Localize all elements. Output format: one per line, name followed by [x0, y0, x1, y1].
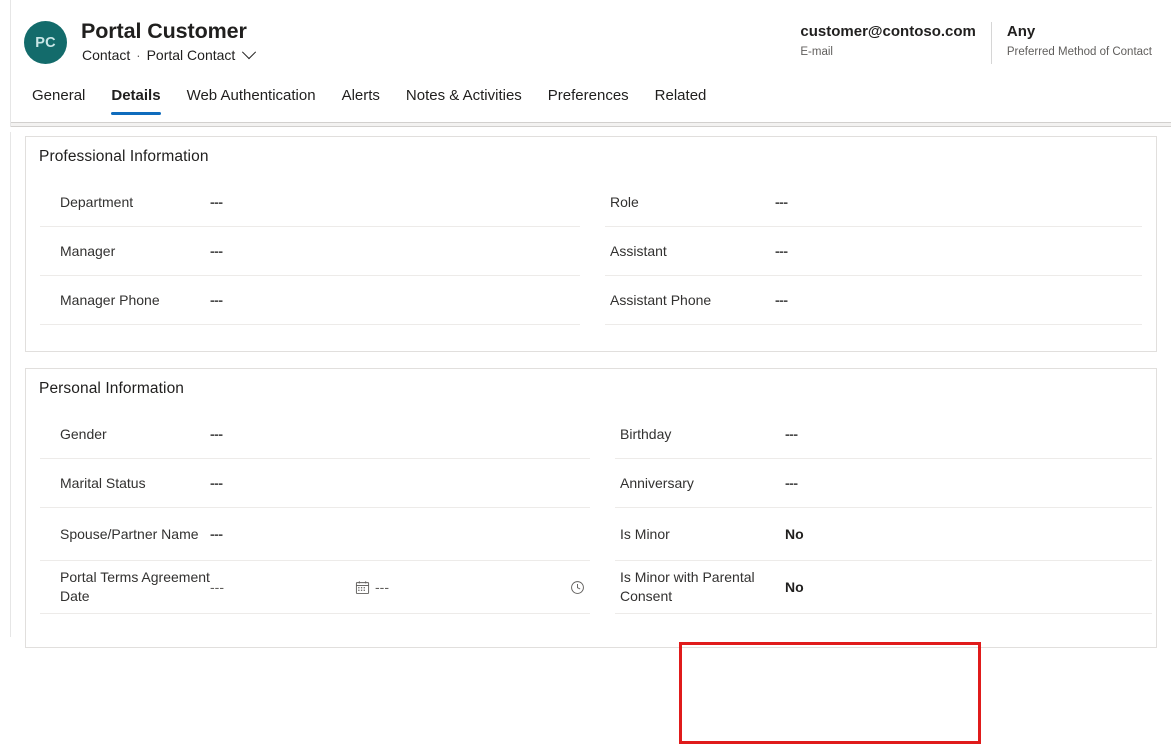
- field-value[interactable]: ---: [210, 475, 223, 491]
- summary-field-label: E-mail: [800, 44, 976, 60]
- avatar-initials: PC: [35, 35, 56, 51]
- datetime-field-group: ---: [210, 579, 590, 595]
- field-label: Department: [40, 193, 210, 212]
- tab-label: Web Authentication: [187, 87, 316, 104]
- field-label: Spouse/Partner Name: [40, 525, 210, 544]
- field-value[interactable]: No: [785, 579, 804, 595]
- field-label: Manager Phone: [40, 291, 210, 310]
- summary-field-preferred-method[interactable]: Any Preferred Method of Contact: [991, 22, 1167, 64]
- time-input-group[interactable]: ---: [375, 579, 590, 595]
- field-row-assistant[interactable]: Assistant ---: [605, 227, 1142, 276]
- tab-label: Alerts: [342, 87, 380, 104]
- header-divider: [11, 122, 1171, 127]
- entity-type-label: Contact: [82, 47, 130, 63]
- field-label: Assistant: [605, 242, 775, 261]
- field-row-manager[interactable]: Manager ---: [40, 227, 580, 276]
- summary-field-value: Any: [1007, 22, 1152, 41]
- field-value[interactable]: ---: [210, 292, 223, 308]
- column-right: Role --- Assistant --- Assistant Phone -…: [591, 178, 1156, 325]
- field-value[interactable]: ---: [785, 475, 798, 491]
- date-value[interactable]: ---: [210, 579, 224, 595]
- field-value[interactable]: ---: [775, 194, 788, 210]
- section-title: Personal Information: [39, 380, 184, 398]
- field-row-role[interactable]: Role ---: [605, 178, 1142, 227]
- column-left: Gender --- Marital Status --- Spouse/Par…: [26, 410, 601, 614]
- tab-label: Related: [655, 87, 707, 104]
- column-left: Department --- Manager --- Manager Phone…: [26, 178, 591, 325]
- field-row-assistant-phone[interactable]: Assistant Phone ---: [605, 276, 1142, 325]
- field-label: Anniversary: [615, 474, 785, 493]
- field-row-department[interactable]: Department ---: [40, 178, 580, 227]
- field-row-portal-terms-agreement-date[interactable]: Portal Terms Agreement Date ---: [40, 561, 590, 614]
- tab-notes-activities[interactable]: Notes & Activities: [393, 82, 535, 107]
- time-value[interactable]: ---: [375, 579, 389, 595]
- page-title: Portal Customer: [81, 19, 247, 44]
- form-selector-label[interactable]: Portal Contact: [147, 47, 236, 63]
- section-professional-information: Professional Information Department --- …: [25, 136, 1157, 352]
- field-value[interactable]: ---: [210, 426, 223, 442]
- column-right: Birthday --- Anniversary --- Is Minor No…: [601, 410, 1166, 614]
- tab-label: Notes & Activities: [406, 87, 522, 104]
- field-value[interactable]: ---: [210, 526, 223, 542]
- tab-related[interactable]: Related: [642, 82, 720, 107]
- field-row-is-minor[interactable]: Is Minor No: [615, 508, 1152, 561]
- field-label: Is Minor with Parental Consent: [615, 568, 785, 606]
- record-header-top: PC Portal Customer Contact · Portal Cont…: [11, 0, 1171, 80]
- field-label: Is Minor: [615, 525, 785, 544]
- summary-field-label: Preferred Method of Contact: [1007, 44, 1152, 60]
- tab-label: General: [32, 87, 85, 104]
- annotation-highlight-is-minor: [679, 642, 981, 744]
- chevron-down-icon[interactable]: [242, 45, 256, 59]
- field-value[interactable]: ---: [775, 292, 788, 308]
- form-tab-bar: General Details Web Authentication Alert…: [11, 82, 719, 126]
- field-row-spouse-partner-name[interactable]: Spouse/Partner Name ---: [40, 508, 590, 561]
- tab-general[interactable]: General: [24, 82, 98, 107]
- field-row-is-minor-with-parental-consent[interactable]: Is Minor with Parental Consent No: [615, 561, 1152, 614]
- subtitle-separator: ·: [135, 48, 141, 63]
- field-row-manager-phone[interactable]: Manager Phone ---: [40, 276, 580, 325]
- clock-icon[interactable]: [569, 579, 586, 596]
- header-summary-fields: customer@contoso.com E-mail Any Preferre…: [785, 22, 1167, 64]
- app-root: PC Portal Customer Contact · Portal Cont…: [0, 0, 1171, 637]
- calendar-icon[interactable]: [354, 579, 371, 596]
- summary-field-value: customer@contoso.com: [800, 22, 976, 41]
- section-columns: Gender --- Marital Status --- Spouse/Par…: [26, 410, 1156, 614]
- field-row-marital-status[interactable]: Marital Status ---: [40, 459, 590, 508]
- field-label: Birthday: [615, 425, 785, 444]
- tab-label: Preferences: [548, 87, 629, 104]
- tab-preferences[interactable]: Preferences: [535, 82, 642, 107]
- field-label: Gender: [40, 425, 210, 444]
- field-value[interactable]: ---: [210, 243, 223, 259]
- field-label: Role: [605, 193, 775, 212]
- tab-details[interactable]: Details: [98, 82, 173, 107]
- section-columns: Department --- Manager --- Manager Phone…: [26, 178, 1156, 325]
- field-row-birthday[interactable]: Birthday ---: [615, 410, 1152, 459]
- field-value[interactable]: No: [785, 526, 804, 542]
- record-header: PC Portal Customer Contact · Portal Cont…: [10, 0, 1171, 127]
- tab-web-authentication[interactable]: Web Authentication: [174, 82, 329, 107]
- tab-label: Details: [111, 87, 160, 104]
- tab-alerts[interactable]: Alerts: [329, 82, 393, 107]
- date-input-group[interactable]: ---: [210, 579, 375, 595]
- field-label: Marital Status: [40, 474, 210, 493]
- form-content: Professional Information Department --- …: [10, 132, 1171, 637]
- field-value[interactable]: ---: [210, 194, 223, 210]
- section-title: Professional Information: [39, 148, 209, 166]
- field-row-gender[interactable]: Gender ---: [40, 410, 590, 459]
- field-label: Portal Terms Agreement Date: [40, 568, 210, 606]
- field-label: Assistant Phone: [605, 291, 775, 310]
- avatar: PC: [24, 21, 67, 64]
- field-row-anniversary[interactable]: Anniversary ---: [615, 459, 1152, 508]
- field-value[interactable]: ---: [785, 426, 798, 442]
- section-personal-information: Personal Information Gender --- Marital …: [25, 368, 1157, 648]
- field-label: Manager: [40, 242, 210, 261]
- field-value[interactable]: ---: [775, 243, 788, 259]
- record-subtitle: Contact · Portal Contact: [82, 47, 254, 63]
- summary-field-email[interactable]: customer@contoso.com E-mail: [785, 22, 991, 64]
